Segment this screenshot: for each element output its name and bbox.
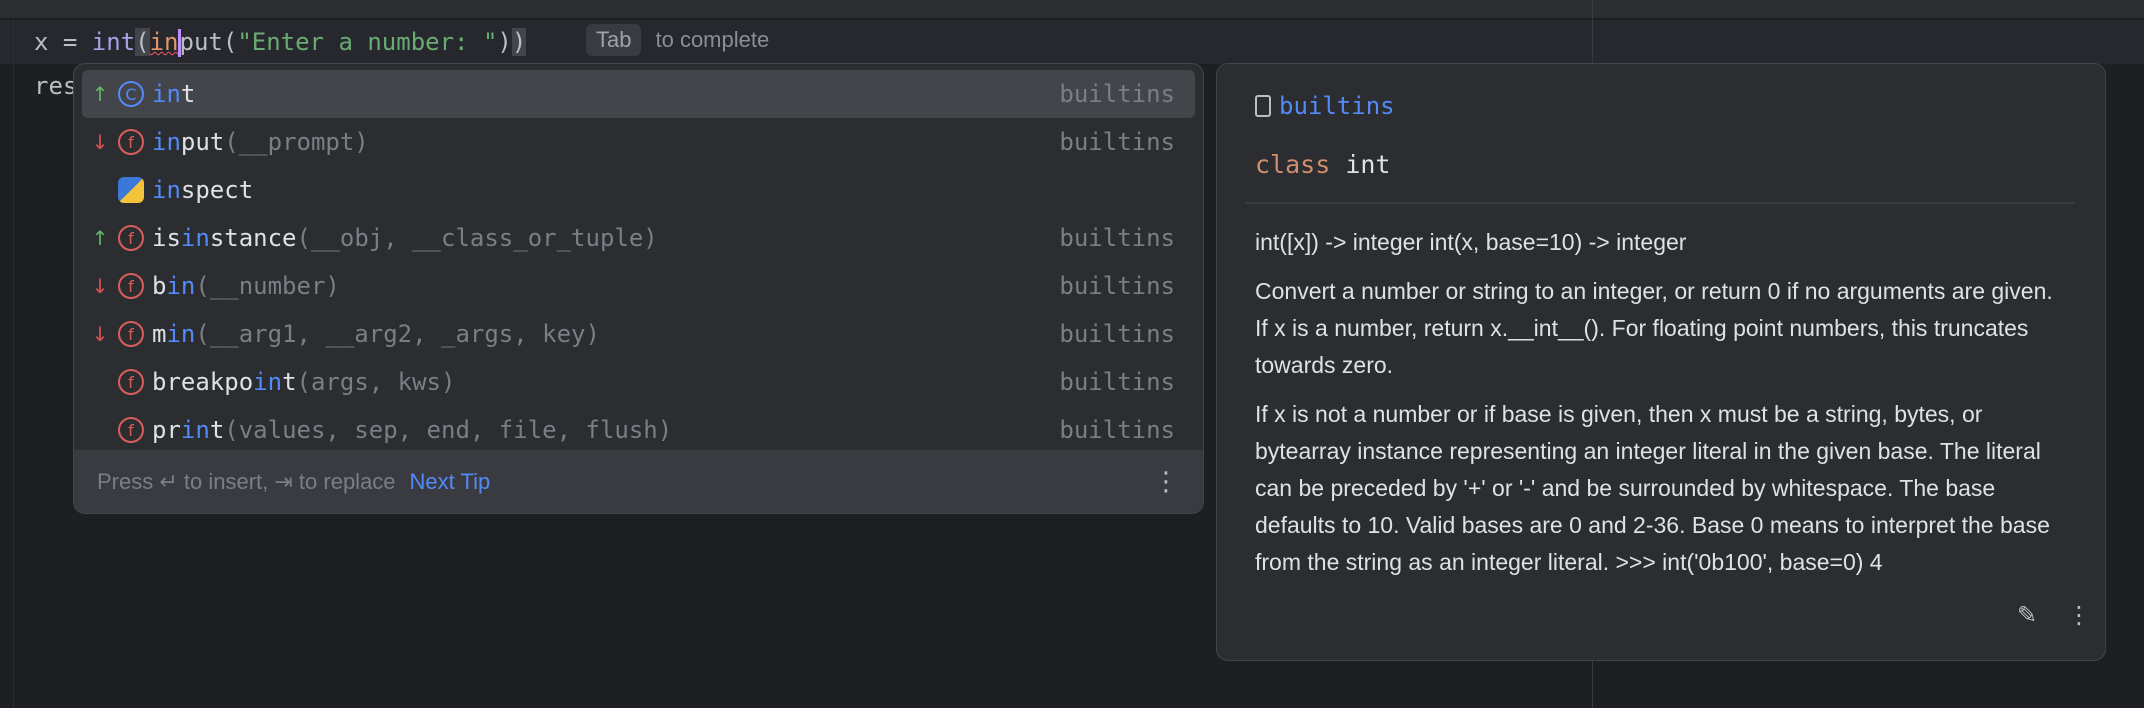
completion-item[interactable]: ↓ f in put (__prompt) builtins xyxy=(82,118,1195,166)
item-name-match: in xyxy=(180,416,210,444)
item-name-prefix: m xyxy=(152,320,167,348)
code-var: x = xyxy=(34,28,92,56)
arrow-down-icon: ↓ xyxy=(91,274,109,298)
item-params: (__arg1, __arg2, _args, key) xyxy=(195,320,600,348)
completion-footer: Press ↵ to insert, ⇥ to replace Next Tip ⋮ xyxy=(74,450,1203,513)
footer-hint: Press ↵ to insert, ⇥ to replace xyxy=(97,468,396,494)
function-icon: f xyxy=(118,417,144,443)
item-name-prefix: pr xyxy=(152,416,181,444)
edit-pencil-icon[interactable]: ✎ xyxy=(2017,601,2037,629)
item-source: builtins xyxy=(1059,128,1175,156)
doc-keyword: class xyxy=(1255,150,1331,179)
tab-key-badge: Tab xyxy=(586,24,642,56)
item-name-suffix: put xyxy=(180,128,225,156)
class-icon: C xyxy=(118,81,144,107)
doc-more-options-icon[interactable]: ⋮ xyxy=(2067,601,2091,629)
arrow-down-icon: ↓ xyxy=(91,322,109,346)
doc-module-name[interactable]: builtins xyxy=(1279,92,1395,120)
item-name-match: in xyxy=(166,320,196,348)
item-name-suffix: spect xyxy=(180,176,254,204)
python-module-icon xyxy=(118,177,144,203)
item-name-match: in xyxy=(152,176,181,204)
code-string: "Enter a number: " xyxy=(237,28,498,56)
code-paren: ( xyxy=(135,28,150,56)
item-source: builtins xyxy=(1059,368,1175,396)
top-bar xyxy=(0,0,2144,18)
item-name-prefix: is xyxy=(152,224,181,252)
item-name-suffix: t xyxy=(180,80,196,108)
more-options-icon[interactable]: ⋮ xyxy=(1153,467,1179,497)
item-source: builtins xyxy=(1059,320,1175,348)
item-source: builtins xyxy=(1059,224,1175,252)
function-icon: f xyxy=(118,369,144,395)
item-name-prefix: b xyxy=(152,272,167,300)
doc-paragraph: int([x]) -> integer int(x, base=10) -> i… xyxy=(1255,229,1687,255)
item-source: builtins xyxy=(1059,80,1175,108)
completion-item[interactable]: in spect xyxy=(82,166,1195,214)
item-name-match: in xyxy=(166,272,196,300)
function-icon: f xyxy=(118,225,144,251)
code-paren: ) xyxy=(497,28,512,56)
completion-item[interactable]: ↑ f is in stance (__obj, __class_or_tuple) bui… xyxy=(82,214,1195,262)
doc-name: int xyxy=(1345,150,1391,179)
function-icon: f xyxy=(118,321,144,347)
doc-body: int([x]) -> integer int(x, base=10) -> i… xyxy=(1255,224,2065,593)
item-name-prefix: breakpo xyxy=(152,368,254,396)
hint-text: to complete xyxy=(655,27,770,52)
code-rest: put( xyxy=(179,28,238,56)
doc-paragraph: Convert a number or string to an integer… xyxy=(1255,278,2053,378)
item-name-suffix: t xyxy=(282,368,297,396)
inline-completion-hint: Tab to complete xyxy=(586,22,769,58)
code-line-2[interactable]: res xyxy=(34,64,77,108)
code-paren: ) xyxy=(511,28,527,56)
doc-divider xyxy=(1245,202,2075,204)
item-source: builtins xyxy=(1059,272,1175,300)
code-fn: int xyxy=(91,28,136,56)
item-name-match: in xyxy=(152,128,181,156)
arrow-down-icon: ↓ xyxy=(91,130,109,154)
typed-text: in xyxy=(149,28,179,56)
item-params: (__number) xyxy=(195,272,340,300)
doc-signature: class int xyxy=(1255,150,1390,179)
code-line-1[interactable]: x = int(input("Enter a number: ")) xyxy=(34,20,527,64)
completion-item[interactable]: f pr in t (values, sep, end, file, flush) bui… xyxy=(82,406,1195,454)
completion-popup: Press ↵ to insert, ⇥ to replace Next Tip ⋮… xyxy=(73,63,1204,514)
item-name-suffix: t xyxy=(209,416,225,444)
item-params: (__obj, __class_or_tuple) xyxy=(296,224,658,252)
completion-item[interactable]: ↓ f m in (__arg1, __arg2, _args, key) builtin… xyxy=(82,310,1195,358)
package-folder-icon xyxy=(1255,95,1271,117)
documentation-popup: builtins class int int([x]) -> integer i… xyxy=(1216,63,2106,661)
completion-item[interactable]: f breakpo in t (args, kws) builtins xyxy=(82,358,1195,406)
item-name-match: in xyxy=(253,368,283,396)
next-tip-link[interactable]: Next Tip xyxy=(410,469,491,495)
item-name-match: in xyxy=(180,224,210,252)
item-params: (args, kws) xyxy=(296,368,456,396)
arrow-up-icon: ↑ xyxy=(91,82,109,106)
doc-module[interactable]: builtins xyxy=(1255,92,1395,120)
arrow-up-icon: ↑ xyxy=(91,226,109,250)
item-params: (values, sep, end, file, flush) xyxy=(224,416,673,444)
item-name-suffix: stance xyxy=(209,224,297,252)
function-icon: f xyxy=(118,273,144,299)
gutter-divider xyxy=(13,18,14,708)
completion-item[interactable]: ↑ Cin t builtins xyxy=(82,70,1195,118)
function-icon: f xyxy=(118,129,144,155)
item-source: builtins xyxy=(1059,416,1175,444)
item-params: (__prompt) xyxy=(224,128,369,156)
item-name-match: in xyxy=(152,80,181,108)
doc-paragraph: If x is not a number or if base is given… xyxy=(1255,401,2050,575)
completion-item[interactable]: ↓ f b in (__number) builtins xyxy=(82,262,1195,310)
